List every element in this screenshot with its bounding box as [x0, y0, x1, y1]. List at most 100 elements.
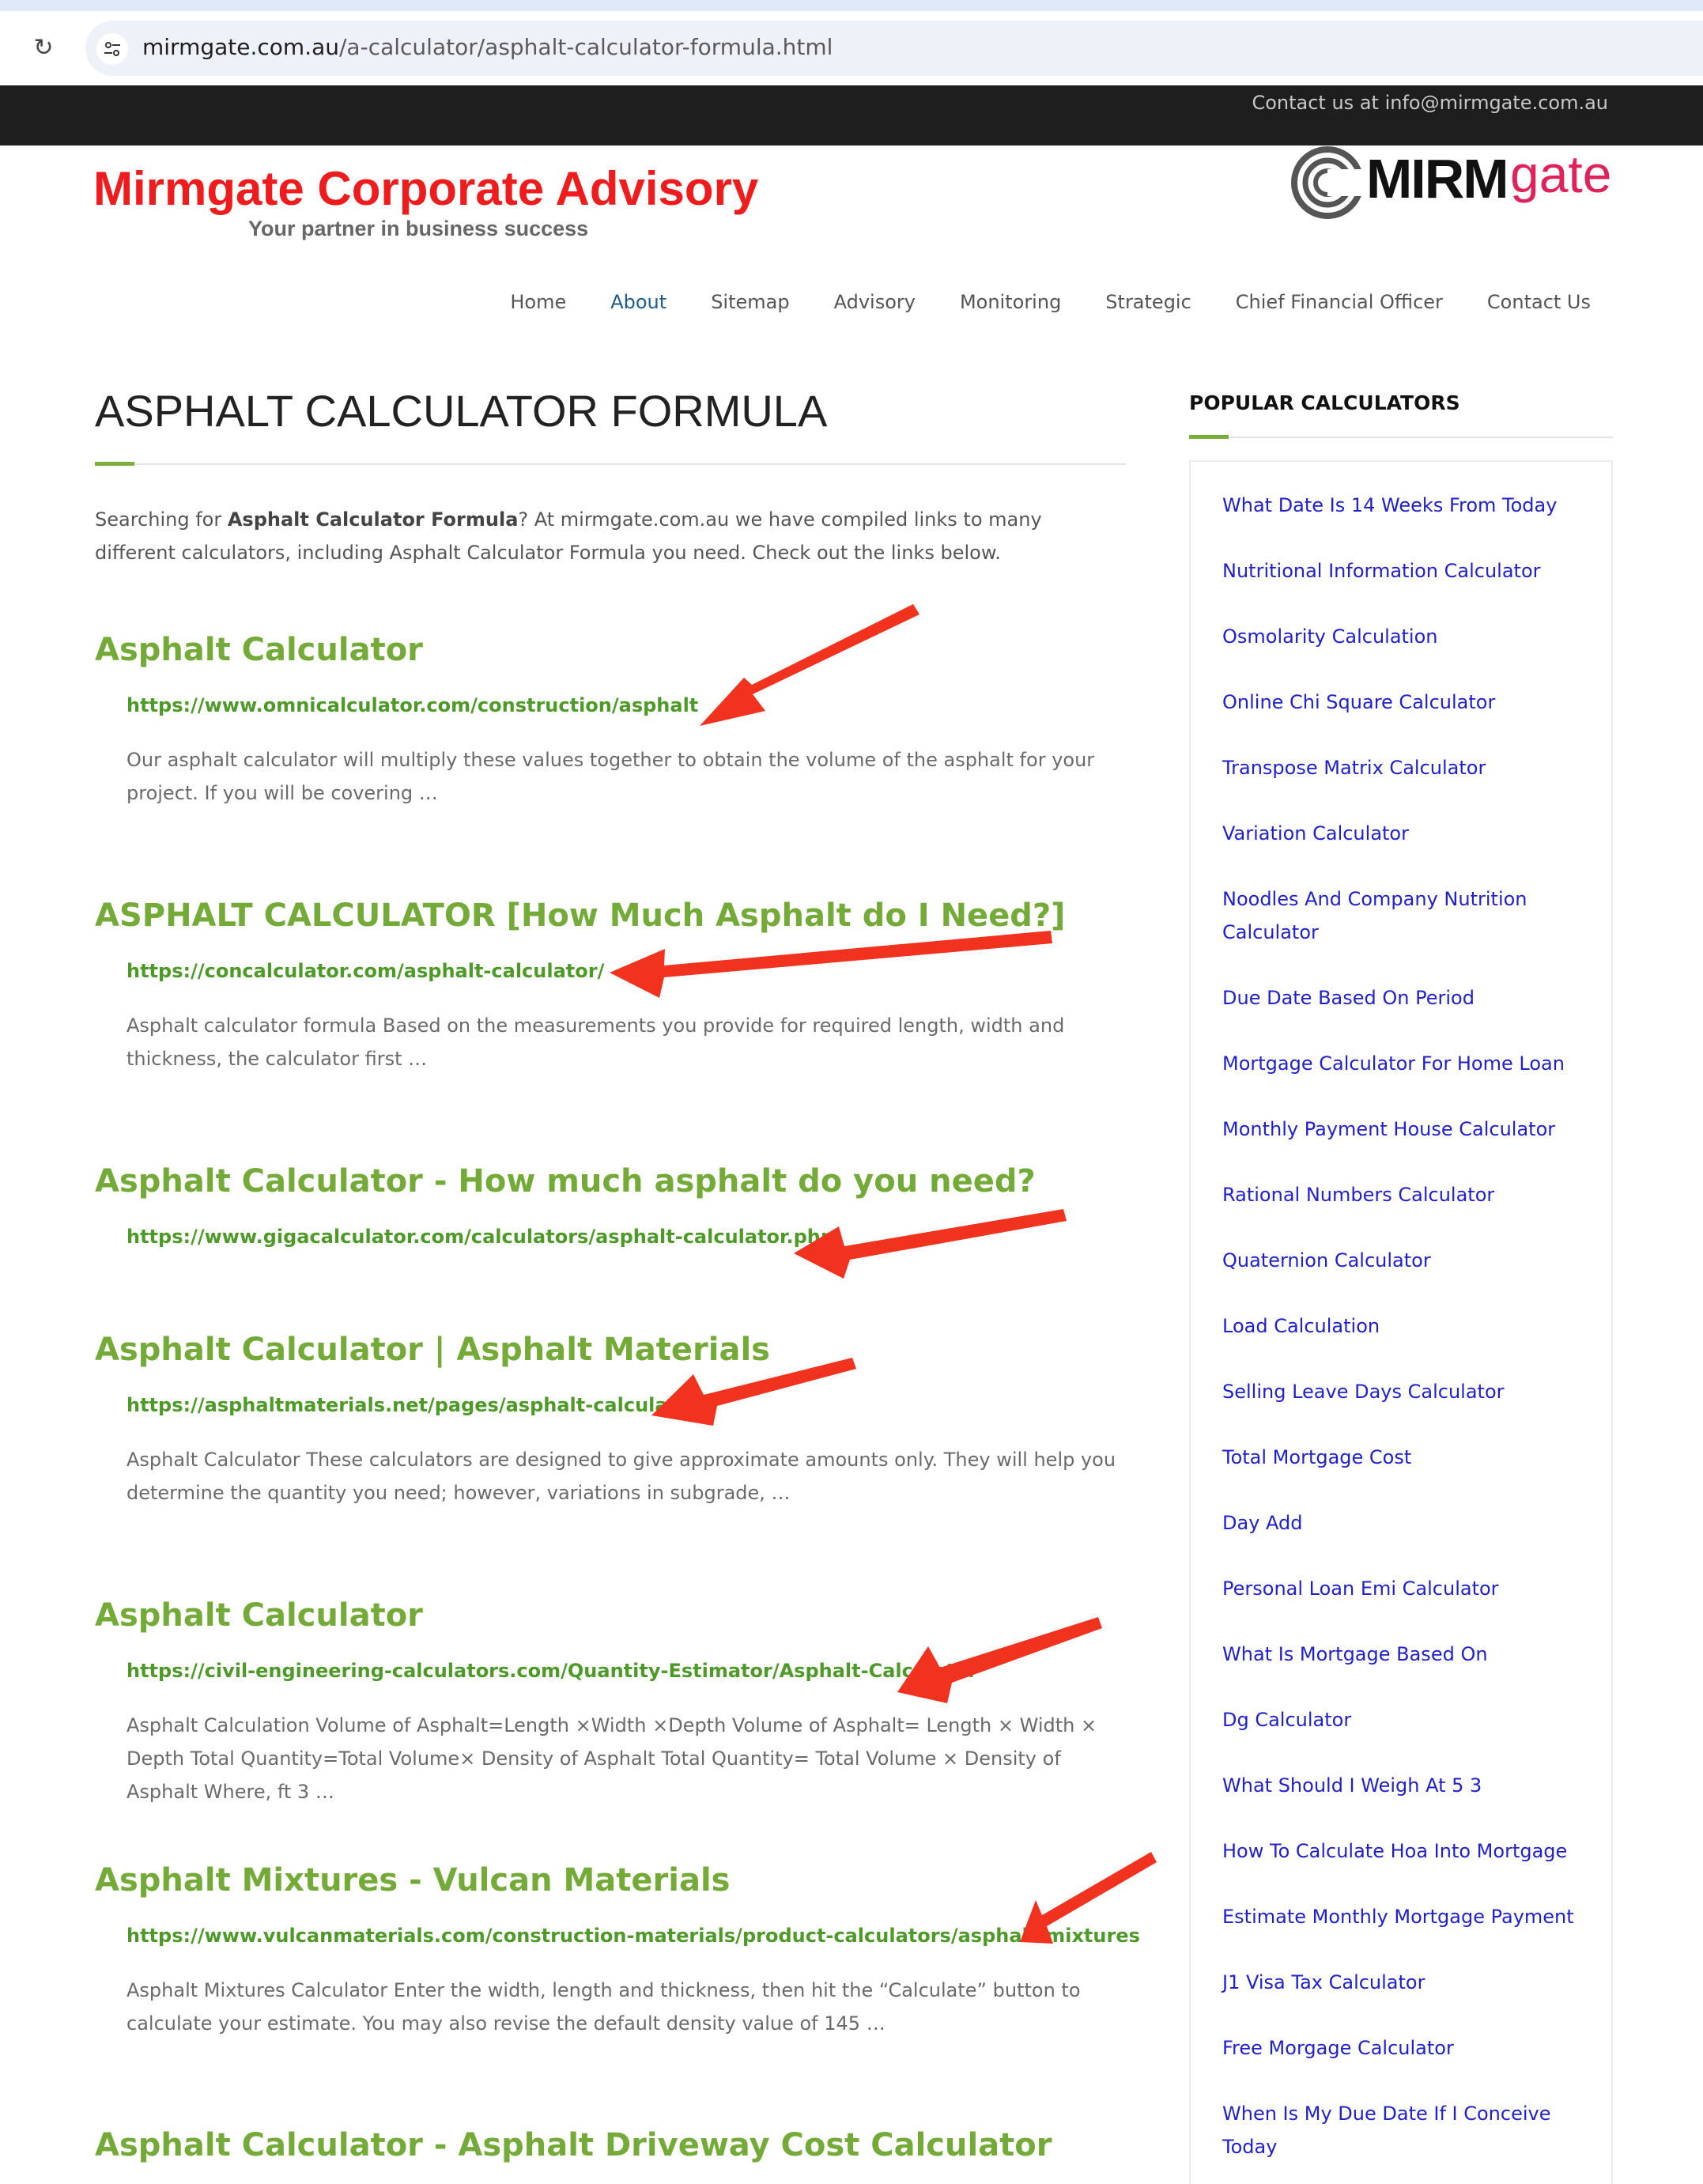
url-domain: mirmgate.com.au	[142, 34, 339, 60]
logo-text-main: MIRM	[1366, 148, 1509, 210]
sidebar-link[interactable]: Rational Numbers Calculator	[1222, 1184, 1494, 1206]
nav-home[interactable]: Home	[510, 286, 566, 318]
sidebar-link[interactable]: Monthly Payment House Calculator	[1222, 1118, 1555, 1140]
sidebar-title: POPULAR CALCULATORS	[1189, 391, 1460, 414]
result-title[interactable]: ASPHALT CALCULATOR [How Much Asphalt do …	[95, 894, 1126, 938]
top-contact-bar: Contact us at info@mirmgate.com.au	[0, 85, 1703, 145]
mirmgate-logo[interactable]: MIRM gate	[1290, 142, 1622, 221]
main-navigation: Home About Sitemap Advisory Monitoring S…	[466, 286, 1591, 318]
logo-mark-icon	[1291, 146, 1365, 219]
sidebar-item: Estimate Monthly Mortgage Payment	[1222, 1900, 1594, 1933]
sidebar-item: Online Chi Square Calculator	[1222, 686, 1594, 719]
result-title[interactable]: Asphalt Mixtures - Vulcan Materials	[95, 1858, 1126, 1902]
result-description: Asphalt Calculator These calculators are…	[126, 1449, 1116, 1504]
browser-tab-strip	[0, 0, 1703, 11]
sidebar-link[interactable]: Due Date Based On Period	[1222, 987, 1475, 1009]
sidebar-link[interactable]: Dg Calculator	[1222, 1709, 1351, 1731]
sidebar-link[interactable]: Load Calculation	[1222, 1315, 1380, 1337]
reload-icon[interactable]: ↻	[30, 35, 57, 62]
sidebar-link[interactable]: Noodles And Company Nutrition Calculator	[1222, 888, 1527, 943]
sidebar-divider-accent	[1189, 435, 1229, 439]
popular-calculators-sidebar: POPULAR CALCULATORS What Date Is 14 Week…	[1189, 384, 1613, 2184]
sidebar-divider	[1189, 435, 1613, 439]
result-link[interactable]: https://asphaltmaterials.net/pages/aspha…	[126, 1391, 1126, 1419]
result-title[interactable]: Asphalt Calculator	[95, 1593, 1126, 1638]
sidebar-link[interactable]: Transpose Matrix Calculator	[1222, 757, 1486, 779]
sidebar-link[interactable]: What Should I Weigh At 5 3	[1222, 1774, 1482, 1797]
result-item: ASPHALT CALCULATOR [How Much Asphalt do …	[95, 894, 1126, 1075]
sidebar-link[interactable]: Variation Calculator	[1222, 822, 1409, 845]
nav-sitemap[interactable]: Sitemap	[711, 286, 789, 318]
sidebar-item: Rational Numbers Calculator	[1222, 1178, 1594, 1211]
result-link[interactable]: https://www.omnicalculator.com/construct…	[126, 691, 1126, 720]
nav-contact-us[interactable]: Contact Us	[1487, 286, 1591, 318]
sidebar-link[interactable]: Nutritional Information Calculator	[1222, 560, 1541, 582]
url-path: /a-calculator/asphalt-calculator-formula…	[339, 34, 833, 60]
result-item: Asphalt Calculator https://www.omnicalcu…	[95, 628, 1126, 810]
sidebar-item: Nutritional Information Calculator	[1222, 554, 1594, 588]
result-title[interactable]: Asphalt Calculator - Asphalt Driveway Co…	[95, 2123, 1126, 2167]
sidebar-item: What Is Mortgage Based On	[1222, 1638, 1594, 1671]
sidebar-link[interactable]: Mortgage Calculator For Home Loan	[1222, 1052, 1565, 1075]
sidebar-link[interactable]: Online Chi Square Calculator	[1222, 691, 1495, 713]
page-title: ASPHALT CALCULATOR FORMULA	[95, 386, 828, 436]
sidebar-item: Osmolarity Calculation	[1222, 620, 1594, 653]
sidebar-link[interactable]: Free Morgage Calculator	[1222, 2037, 1454, 2059]
main-content: ASPHALT CALCULATOR FORMULA Searching for…	[95, 380, 1140, 2163]
sidebar-link[interactable]: What Is Mortgage Based On	[1222, 1643, 1488, 1665]
sidebar-item: How To Calculate Hoa Into Mortgage	[1222, 1834, 1594, 1868]
sidebar-item: Variation Calculator	[1222, 817, 1594, 850]
result-item: Asphalt Mixtures - Vulcan Materials http…	[95, 1858, 1140, 2040]
sidebar-link[interactable]: Total Mortgage Cost	[1222, 1446, 1411, 1468]
sidebar-item: Transpose Matrix Calculator	[1222, 751, 1594, 784]
sidebar-link[interactable]: Selling Leave Days Calculator	[1222, 1381, 1505, 1403]
sidebar-item: Quaternion Calculator	[1222, 1244, 1594, 1277]
sidebar-link[interactable]: Estimate Monthly Mortgage Payment	[1222, 1906, 1574, 1928]
intro-keyword: Asphalt Calculator Formula	[227, 508, 519, 531]
result-link[interactable]: https://www.vulcanmaterials.com/construc…	[126, 1921, 1140, 1950]
sidebar-item: Total Mortgage Cost	[1222, 1441, 1594, 1474]
sidebar-link[interactable]: How To Calculate Hoa Into Mortgage	[1222, 1840, 1567, 1862]
result-link[interactable]: https://concalculator.com/asphalt-calcul…	[126, 957, 1126, 985]
sidebar-item: Selling Leave Days Calculator	[1222, 1375, 1594, 1408]
logo-text-accent: gate	[1510, 145, 1612, 203]
sidebar-item: J1 Visa Tax Calculator	[1222, 1966, 1594, 1999]
sidebar-link[interactable]: Quaternion Calculator	[1222, 1249, 1431, 1271]
sidebar-item: Monthly Payment House Calculator	[1222, 1113, 1594, 1146]
result-item: Asphalt Calculator - Asphalt Driveway Co…	[95, 2123, 1126, 2167]
result-link[interactable]: https://www.gigacalculator.com/calculato…	[126, 1222, 1126, 1251]
sidebar-item: Noodles And Company Nutrition Calculator	[1222, 882, 1594, 949]
result-link[interactable]: https://civil-engineering-calculators.co…	[126, 1657, 1126, 1685]
sidebar-item: Mortgage Calculator For Home Loan	[1222, 1047, 1594, 1080]
sidebar-item: What Should I Weigh At 5 3	[1222, 1769, 1594, 1802]
intro-pre: Searching for	[95, 508, 228, 531]
result-description: Asphalt calculator formula Based on the …	[126, 1015, 1065, 1070]
sidebar-link[interactable]: Personal Loan Emi Calculator	[1222, 1578, 1499, 1600]
result-title[interactable]: Asphalt Calculator | Asphalt Materials	[95, 1328, 1126, 1372]
sidebar-link[interactable]: Day Add	[1222, 1512, 1302, 1534]
site-brand-title[interactable]: Mirmgate Corporate Advisory	[93, 161, 758, 217]
sidebar-link[interactable]: What Date Is 14 Weeks From Today	[1222, 494, 1557, 516]
sidebar-link[interactable]: J1 Visa Tax Calculator	[1222, 1971, 1425, 1993]
result-title[interactable]: Asphalt Calculator	[95, 628, 1126, 672]
sidebar-link[interactable]: When Is My Due Date If I Conceive Today	[1222, 2103, 1551, 2158]
result-description: Asphalt Mixtures Calculator Enter the wi…	[126, 1979, 1081, 2035]
title-divider	[95, 462, 1126, 466]
address-bar-url[interactable]: mirmgate.com.au/a-calculator/asphalt-cal…	[142, 32, 833, 63]
contact-email-text[interactable]: Contact us at info@mirmgate.com.au	[1252, 85, 1608, 117]
result-item: Asphalt Calculator | Asphalt Materials h…	[95, 1328, 1126, 1510]
sidebar-item: Due Date Based On Period	[1222, 981, 1594, 1015]
sidebar-link[interactable]: Osmolarity Calculation	[1222, 625, 1438, 648]
sidebar-item: Day Add	[1222, 1506, 1594, 1540]
sidebar-item: Free Morgage Calculator	[1222, 2031, 1594, 2065]
site-tagline: Your partner in business success	[248, 217, 589, 240]
nav-monitoring[interactable]: Monitoring	[960, 286, 1061, 318]
sidebar-item: Load Calculation	[1222, 1309, 1594, 1343]
result-item: Asphalt Calculator https://civil-enginee…	[95, 1593, 1126, 1808]
nav-chief-financial-officer[interactable]: Chief Financial Officer	[1236, 286, 1443, 318]
nav-strategic[interactable]: Strategic	[1105, 286, 1191, 318]
nav-about[interactable]: About	[610, 286, 666, 318]
result-title[interactable]: Asphalt Calculator - How much asphalt do…	[95, 1159, 1126, 1203]
site-settings-icon[interactable]	[96, 33, 128, 65]
nav-advisory[interactable]: Advisory	[834, 286, 916, 318]
